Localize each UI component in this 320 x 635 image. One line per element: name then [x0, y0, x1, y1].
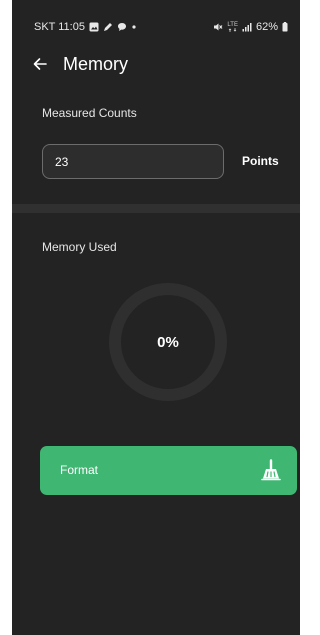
status-left: SKT 11:05: [34, 21, 137, 33]
measured-counts-label: Measured Counts: [42, 106, 137, 120]
arrow-left-icon: [33, 58, 47, 70]
status-right: LTE 62%: [213, 21, 288, 33]
memory-used-label: Memory Used: [42, 240, 117, 254]
data-arrows-icon: [228, 28, 236, 32]
carrier-time: SKT 11:05: [34, 21, 85, 33]
memory-percent-text: 0%: [157, 333, 179, 351]
chat-icon: [117, 22, 127, 32]
app-bar: Memory: [12, 48, 300, 84]
back-button[interactable]: [28, 52, 52, 76]
dot-icon: [131, 24, 137, 30]
battery-percent: 62%: [255, 21, 278, 33]
points-unit-label: Points: [242, 154, 279, 168]
lte-indicator: LTE: [227, 22, 238, 32]
pen-icon: [103, 22, 113, 32]
app-screen: SKT 11:05 LTE 62% Memory Measured Counts…: [12, 0, 300, 635]
format-button-label: Format: [60, 463, 99, 477]
battery-icon: [282, 22, 288, 32]
status-bar: SKT 11:05 LTE 62%: [12, 0, 300, 40]
gallery-icon: [89, 22, 99, 32]
signal-icon: [242, 22, 252, 32]
format-button[interactable]: Format: [40, 446, 297, 495]
broom-icon: [261, 459, 281, 481]
measured-counts-input[interactable]: [42, 144, 224, 179]
section-divider: [12, 204, 300, 213]
page-title: Memory: [63, 54, 129, 74]
mute-icon: [213, 22, 223, 32]
